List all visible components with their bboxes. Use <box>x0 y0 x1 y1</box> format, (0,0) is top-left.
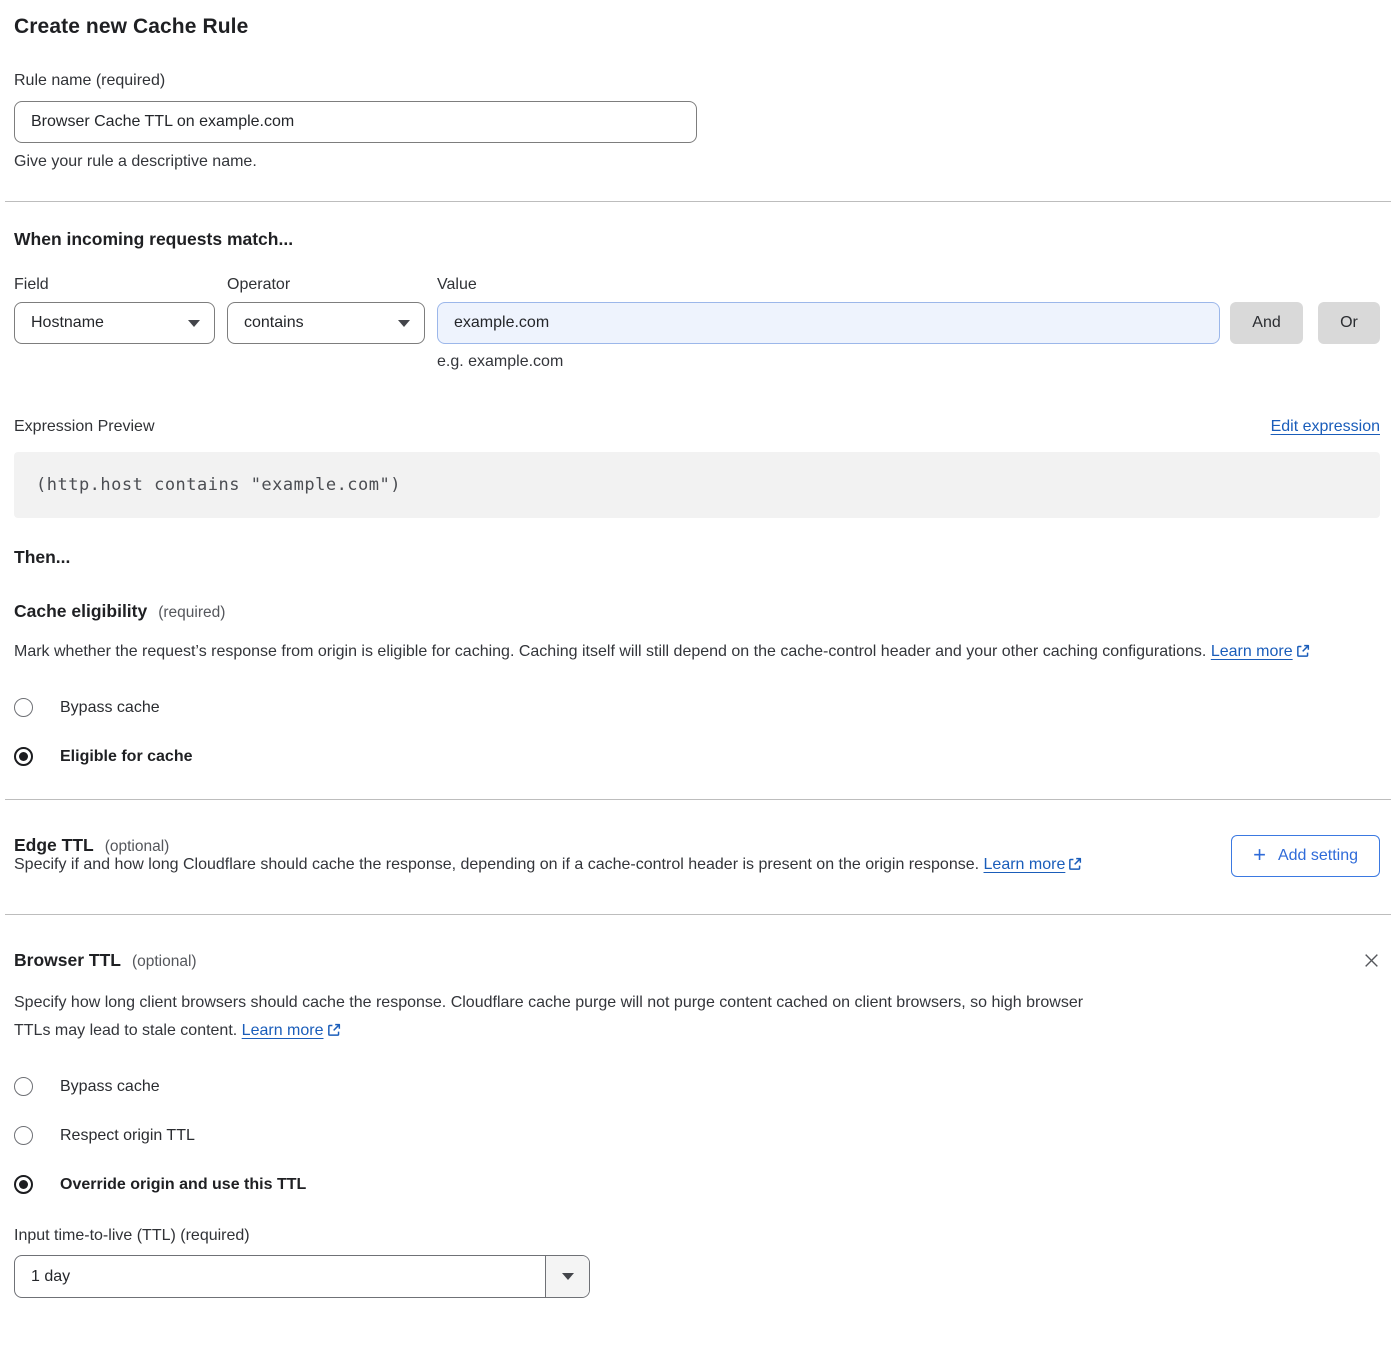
radio-option-override-origin-ttl[interactable]: Override origin and use this TTL <box>14 1175 1380 1194</box>
radio-label: Bypass cache <box>60 1078 160 1096</box>
add-setting-label: Add setting <box>1278 847 1358 865</box>
browser-ttl-optional-tag: (optional) <box>132 953 197 971</box>
browser-ttl-heading: Browser TTL (optional) <box>14 950 197 971</box>
radio-option-respect-origin-ttl[interactable]: Respect origin TTL <box>14 1126 1380 1145</box>
radio-option-browser-bypass-cache[interactable]: Bypass cache <box>14 1077 1380 1096</box>
rule-name-label: Rule name (required) <box>14 71 1380 90</box>
divider <box>5 914 1391 915</box>
operator-select-value: contains <box>244 314 304 332</box>
expression-preview-row: Expression Preview Edit expression <box>14 418 1380 436</box>
radio-unselected-icon[interactable] <box>14 1077 33 1096</box>
ttl-select-dropdown-button[interactable] <box>545 1256 589 1297</box>
radio-label: Bypass cache <box>60 699 160 717</box>
edge-ttl-description: Specify if and how long Cloudflare shoul… <box>14 851 1114 881</box>
expression-preview-label: Expression Preview <box>14 418 155 436</box>
expression-code-block: (http.host contains "example.com") <box>14 452 1380 518</box>
browser-ttl-description-text: Specify how long client browsers should … <box>14 994 1083 1039</box>
radio-label: Override origin and use this TTL <box>60 1176 306 1194</box>
match-condition-row: Hostname contains And Or <box>14 302 1380 344</box>
divider <box>5 201 1391 202</box>
cache-eligibility-learn-more-link[interactable]: Learn more <box>1211 643 1293 660</box>
rule-name-input[interactable] <box>14 101 697 143</box>
close-icon[interactable] <box>1363 952 1380 974</box>
radio-option-eligible-for-cache[interactable]: Eligible for cache <box>14 747 1380 766</box>
plus-icon: + <box>1253 844 1266 866</box>
chevron-down-icon <box>188 320 200 327</box>
add-setting-button[interactable]: + Add setting <box>1231 835 1380 877</box>
external-link-icon <box>1068 858 1082 875</box>
radio-label: Eligible for cache <box>60 748 192 766</box>
or-button[interactable]: Or <box>1318 302 1380 344</box>
browser-ttl-description: Specify how long client browsers should … <box>14 989 1106 1047</box>
external-link-icon <box>1296 645 1310 662</box>
divider <box>5 799 1391 800</box>
create-cache-rule-form: Create new Cache Rule Rule name (require… <box>0 0 1400 1298</box>
radio-option-bypass-cache[interactable]: Bypass cache <box>14 698 1380 717</box>
radio-unselected-icon[interactable] <box>14 698 33 717</box>
match-column-labels: Field Operator Value <box>14 276 1380 294</box>
match-section-heading: When incoming requests match... <box>14 229 1380 250</box>
edit-expression-link[interactable]: Edit expression <box>1271 418 1380 436</box>
cache-eligibility-title: Cache eligibility <box>14 601 147 622</box>
value-column-label: Value <box>437 276 477 294</box>
ttl-select[interactable]: 1 day <box>14 1255 590 1298</box>
radio-label: Respect origin TTL <box>60 1127 195 1145</box>
chevron-down-icon <box>398 320 410 327</box>
field-select[interactable]: Hostname <box>14 302 215 344</box>
and-button[interactable]: And <box>1230 302 1303 344</box>
radio-selected-icon[interactable] <box>14 1175 33 1194</box>
edge-ttl-description-text: Specify if and how long Cloudflare shoul… <box>14 856 979 873</box>
cache-eligibility-description-text: Mark whether the request’s response from… <box>14 643 1206 660</box>
browser-ttl-title: Browser TTL <box>14 950 121 971</box>
operator-column-label: Operator <box>227 276 425 294</box>
external-link-icon <box>327 1024 341 1041</box>
field-column-label: Field <box>14 276 215 294</box>
rule-name-helper: Give your rule a descriptive name. <box>14 152 1380 171</box>
radio-selected-icon[interactable] <box>14 747 33 766</box>
cache-eligibility-heading: Cache eligibility (required) <box>14 601 1380 622</box>
then-heading: Then... <box>14 547 1380 568</box>
ttl-input-label: Input time-to-live (TTL) (required) <box>14 1227 1380 1245</box>
value-helper-text: e.g. example.com <box>437 353 1380 371</box>
radio-unselected-icon[interactable] <box>14 1126 33 1145</box>
ttl-select-value: 1 day <box>15 1256 545 1297</box>
match-value-input[interactable] <box>437 302 1220 344</box>
edge-ttl-learn-more-link[interactable]: Learn more <box>984 856 1066 873</box>
cache-eligibility-description: Mark whether the request’s response from… <box>14 638 1380 668</box>
page-title: Create new Cache Rule <box>14 15 1380 39</box>
browser-ttl-learn-more-link[interactable]: Learn more <box>242 1022 324 1039</box>
field-select-value: Hostname <box>31 314 104 332</box>
browser-ttl-header-row: Browser TTL (optional) <box>14 950 1380 974</box>
cache-eligibility-required-tag: (required) <box>158 604 225 622</box>
operator-select[interactable]: contains <box>227 302 425 344</box>
chevron-down-icon <box>562 1273 574 1280</box>
